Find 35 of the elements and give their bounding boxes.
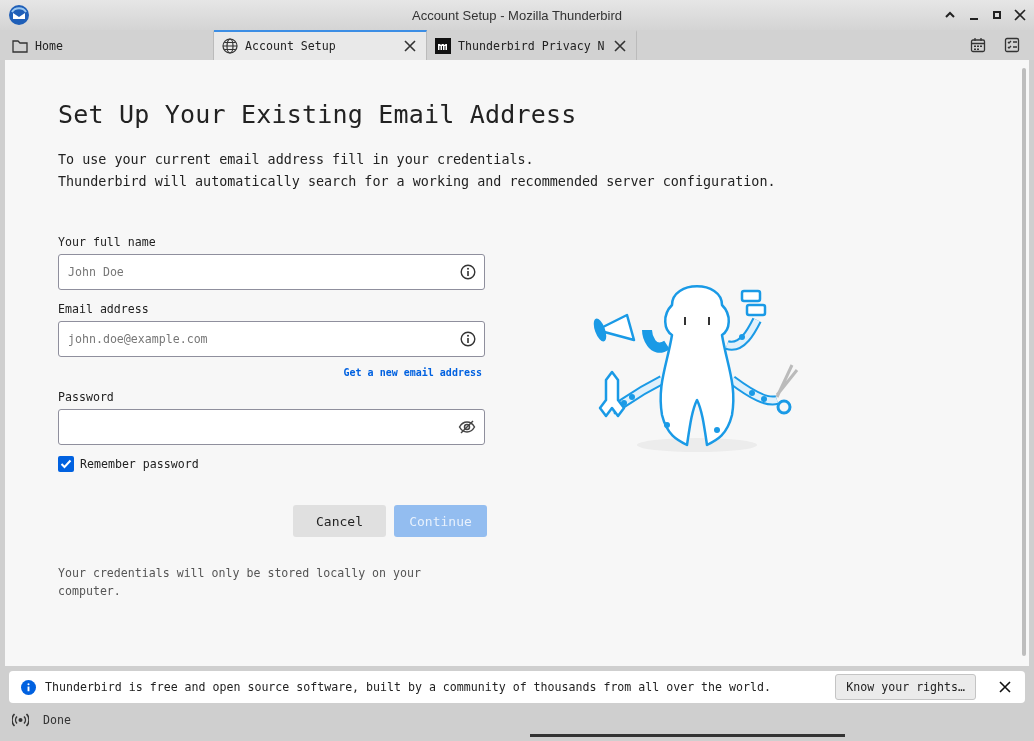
password-field[interactable] <box>58 409 485 445</box>
close-tab-icon[interactable] <box>614 40 626 52</box>
letter-m-icon <box>435 38 451 54</box>
intro-text: To use your current email address fill in your credentials. <box>58 151 535 169</box>
intro-text: Thunderbird will automatically search for a working and recommended server configuration. <box>58 173 777 191</box>
privacy-note: Your credentials will only be stored locally on your computer. <box>58 565 422 600</box>
info-icon <box>21 679 36 695</box>
hidden-eye-icon[interactable] <box>458 419 476 435</box>
cancel-button[interactable]: Cancel <box>293 505 386 537</box>
page-heading: Set Up Your Existing Email Address <box>58 100 578 129</box>
folder-icon <box>12 39 28 53</box>
field-label: Email address <box>58 302 150 316</box>
tab[interactable]: Account Setup <box>214 30 427 60</box>
app-logo-icon <box>8 4 30 26</box>
checkbox-label: Remember password <box>80 457 199 471</box>
field-label: Password <box>58 390 115 404</box>
calendar-icon[interactable] <box>970 37 986 53</box>
close-icon[interactable] <box>1014 9 1026 21</box>
close-tab-icon[interactable] <box>404 40 416 52</box>
input-field[interactable]: john.doe@example.com <box>58 321 485 357</box>
know-your-rights-button[interactable]: Know your rights… <box>835 674 976 700</box>
globe-icon <box>222 38 238 54</box>
new-email-link[interactable]: Get a new email address <box>343 367 482 378</box>
task-list-icon[interactable] <box>1004 37 1020 53</box>
close-icon[interactable] <box>999 681 1011 693</box>
status-text: Done <box>43 713 71 727</box>
restore-icon[interactable] <box>992 10 1002 20</box>
window-title: Account Setup - Mozilla Thunderbird <box>411 7 622 23</box>
info-icon[interactable] <box>460 331 476 347</box>
notification-message: Thunderbird is free and open source software, built by a community of thousands from all over the world. <box>45 680 772 694</box>
field-label: Your full name <box>58 235 157 249</box>
online-status-icon <box>12 713 29 727</box>
input-field[interactable]: John Doe <box>58 254 485 290</box>
checkbox[interactable] <box>58 456 74 472</box>
info-icon[interactable] <box>460 264 476 280</box>
